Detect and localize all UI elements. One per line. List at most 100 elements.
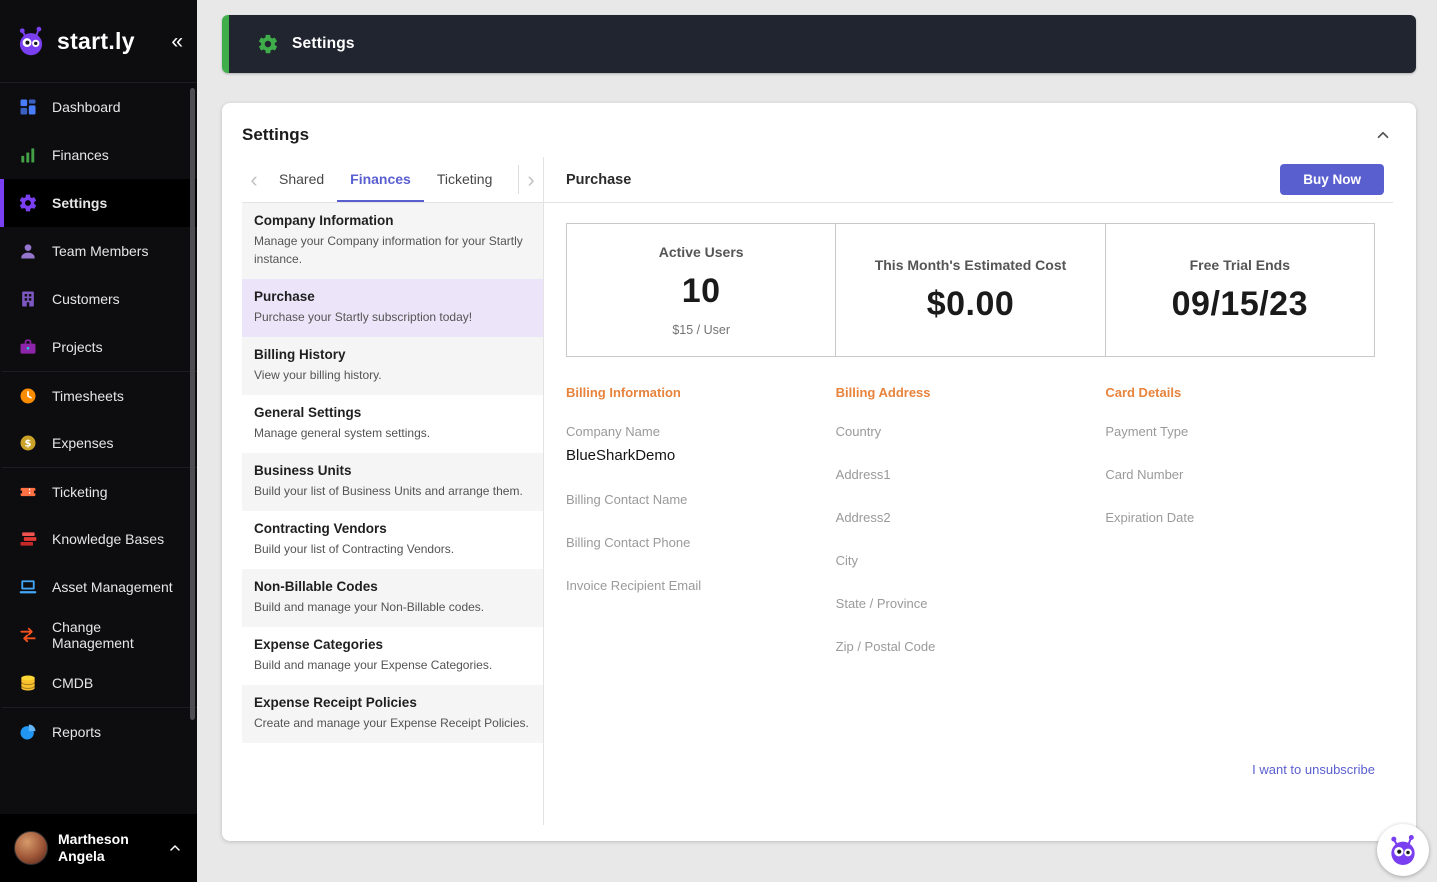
list-item-company-information[interactable]: Company Information Manage your Company … bbox=[242, 203, 543, 279]
sidebar-item-label: CMDB bbox=[52, 675, 94, 691]
sidebar-item-asset-management[interactable]: Asset Management bbox=[0, 563, 197, 611]
list-item-desc: View your billing history. bbox=[254, 368, 382, 382]
tabs-strip: Shared Finances Ticketing Asset bbox=[266, 157, 518, 202]
sidebar-item-label: Settings bbox=[52, 195, 108, 211]
sidebar-item-ticketing[interactable]: Ticketing bbox=[0, 467, 197, 515]
sidebar-item-label: Reports bbox=[52, 723, 102, 740]
stat-value: $0.00 bbox=[926, 284, 1015, 323]
settings-card-header: Settings bbox=[222, 103, 1416, 157]
field-company-name[interactable]: Company Name BlueSharkDemo bbox=[566, 424, 836, 464]
list-item-title: Billing History bbox=[254, 347, 346, 362]
sidebar-item-settings[interactable]: Settings bbox=[0, 179, 197, 227]
field-card-number[interactable]: Card Number bbox=[1105, 467, 1375, 482]
user-name-line1: Martheson bbox=[58, 830, 129, 847]
timesheets-icon bbox=[18, 386, 38, 406]
tab-finances[interactable]: Finances bbox=[337, 157, 424, 202]
sidebar-item-label: Customers bbox=[52, 291, 120, 307]
tab-shared[interactable]: Shared bbox=[266, 157, 337, 202]
sidebar-item-team-members[interactable]: Team Members bbox=[0, 227, 197, 275]
sidebar-scrollbar[interactable] bbox=[190, 88, 195, 720]
list-item-general-settings[interactable]: General Settings Manage general system s… bbox=[242, 395, 543, 453]
chevron-up-icon[interactable] bbox=[167, 840, 183, 856]
customers-icon bbox=[18, 289, 38, 309]
list-item-title: Non-Billable Codes bbox=[254, 579, 378, 594]
sidebar-item-projects[interactable]: Projects bbox=[0, 323, 197, 371]
field-zip-postal-code[interactable]: Zip / Postal Code bbox=[836, 639, 1106, 654]
billing-address-section: Billing Address Country Address1 Address… bbox=[836, 385, 1106, 682]
unsubscribe-link[interactable]: I want to unsubscribe bbox=[1252, 762, 1375, 777]
sidebar-item-change-management[interactable]: Change Management bbox=[0, 611, 197, 659]
card-title: Settings bbox=[242, 125, 310, 144]
purchase-title: Purchase bbox=[566, 171, 632, 188]
tabs-next-icon[interactable]: › bbox=[519, 157, 543, 202]
page-title: Settings bbox=[292, 35, 355, 52]
sidebar-item-label: Team Members bbox=[52, 243, 149, 259]
mascot-help-button[interactable] bbox=[1377, 824, 1429, 876]
list-item-billing-history[interactable]: Billing History View your billing histor… bbox=[242, 337, 543, 395]
field-address1[interactable]: Address1 bbox=[836, 467, 1106, 482]
billing-information-section: Billing Information Company Name BlueSha… bbox=[566, 385, 836, 682]
sidebar-item-dashboard[interactable]: Dashboard bbox=[0, 83, 197, 131]
buy-now-button[interactable]: Buy Now bbox=[1280, 164, 1384, 195]
field-value[interactable]: BlueSharkDemo bbox=[566, 447, 836, 464]
stat-free-trial-ends: Free Trial Ends 09/15/23 bbox=[1104, 223, 1375, 357]
sidebar-item-label: Change Management bbox=[52, 619, 134, 651]
sidebar-collapse-icon[interactable]: « bbox=[171, 31, 183, 52]
purchase-panel-header: Purchase Buy Now bbox=[544, 157, 1393, 203]
unsubscribe-row: I want to unsubscribe bbox=[566, 761, 1375, 825]
settings-list: Company Information Manage your Company … bbox=[242, 203, 543, 825]
field-address2[interactable]: Address2 bbox=[836, 510, 1106, 525]
tab-asset[interactable]: Asset bbox=[505, 157, 518, 202]
startly-mascot-icon bbox=[12, 22, 50, 60]
field-state-province[interactable]: State / Province bbox=[836, 596, 1106, 611]
field-label: Payment Type bbox=[1105, 424, 1189, 439]
card-details-section: Card Details Payment Type Card Number Ex… bbox=[1105, 385, 1375, 682]
field-billing-contact-name[interactable]: Billing Contact Name bbox=[566, 492, 836, 507]
asset-management-icon bbox=[18, 577, 38, 597]
collapse-card-icon[interactable] bbox=[1374, 126, 1392, 144]
team-members-icon bbox=[18, 241, 38, 261]
list-item-expense-receipt-policies[interactable]: Expense Receipt Policies Create and mana… bbox=[242, 685, 543, 743]
sidebar-item-label: Asset Management bbox=[52, 579, 173, 595]
sidebar-item-finances[interactable]: Finances bbox=[0, 131, 197, 179]
settings-gear-icon bbox=[257, 33, 279, 55]
field-invoice-recipient-email[interactable]: Invoice Recipient Email bbox=[566, 578, 836, 593]
list-item-contracting-vendors[interactable]: Contracting Vendors Build your list of C… bbox=[242, 511, 543, 569]
settings-tabs: ‹ Shared Finances Ticketing Asset › bbox=[242, 157, 543, 203]
tabs-prev-icon[interactable]: ‹ bbox=[242, 157, 266, 202]
field-expiration-date[interactable]: Expiration Date bbox=[1105, 510, 1375, 525]
sidebar-item-customers[interactable]: Customers bbox=[0, 275, 197, 323]
field-city[interactable]: City bbox=[836, 553, 1106, 568]
list-item-purchase[interactable]: Purchase Purchase your Startly subscript… bbox=[242, 279, 543, 337]
stat-value: 09/15/23 bbox=[1171, 284, 1308, 323]
field-label: State / Province bbox=[835, 596, 928, 611]
sidebar-item-timesheets[interactable]: Timesheets bbox=[0, 371, 197, 419]
sidebar-item-label: Finances bbox=[52, 147, 109, 163]
list-item-non-billable-codes[interactable]: Non-Billable Codes Build and manage your… bbox=[242, 569, 543, 627]
field-billing-contact-phone[interactable]: Billing Contact Phone bbox=[566, 535, 836, 550]
field-country[interactable]: Country bbox=[836, 424, 1106, 439]
purchase-stats: Active Users 10 $15 / User This Month's … bbox=[566, 223, 1375, 357]
field-label: City bbox=[835, 553, 859, 568]
list-item-desc: Build your list of Contracting Vendors. bbox=[254, 542, 455, 556]
tab-ticketing[interactable]: Ticketing bbox=[424, 157, 506, 202]
field-label: Expiration Date bbox=[1105, 510, 1195, 525]
avatar bbox=[14, 831, 48, 865]
list-item-desc: Manage general system settings. bbox=[254, 426, 431, 440]
stat-label: Free Trial Ends bbox=[1189, 256, 1290, 273]
sidebar-item-expenses[interactable]: $ Expenses bbox=[0, 419, 197, 467]
sidebar-item-cmdb[interactable]: CMDB bbox=[0, 659, 197, 707]
user-menu[interactable]: Martheson Angela bbox=[0, 814, 197, 882]
ticketing-icon bbox=[18, 482, 38, 502]
expenses-icon: $ bbox=[18, 433, 38, 453]
field-payment-type[interactable]: Payment Type bbox=[1105, 424, 1375, 439]
sidebar-nav: Dashboard Finances Settings Team Members… bbox=[0, 82, 197, 814]
list-item-expense-categories[interactable]: Expense Categories Build and manage your… bbox=[242, 627, 543, 685]
list-item-business-units[interactable]: Business Units Build your list of Busine… bbox=[242, 453, 543, 511]
finances-icon bbox=[18, 145, 38, 165]
field-label: Address2 bbox=[835, 510, 891, 525]
sidebar-item-reports[interactable]: Reports bbox=[0, 707, 197, 755]
sidebar-item-knowledge-bases[interactable]: Knowledge Bases bbox=[0, 515, 197, 563]
sidebar-item-label: Dashboard bbox=[52, 99, 121, 115]
field-label: Card Number bbox=[1105, 467, 1184, 482]
